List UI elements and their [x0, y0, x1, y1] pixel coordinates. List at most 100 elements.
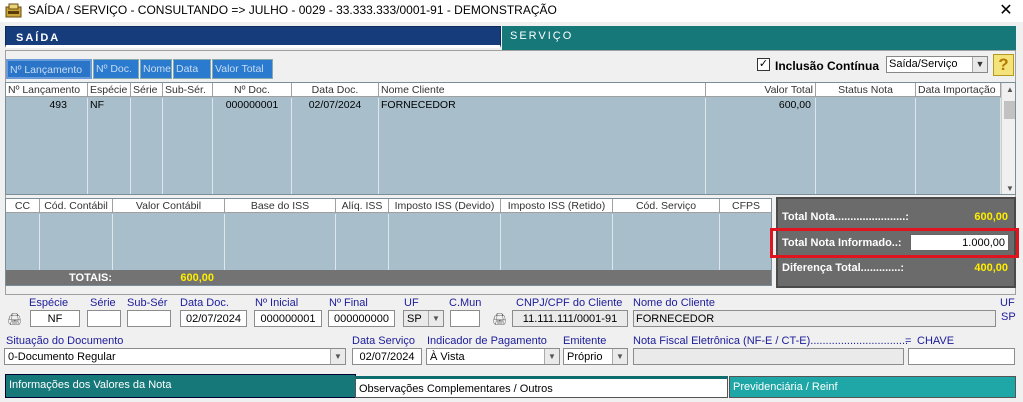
col-header[interactable]: Imposto ISS (Retido) [501, 199, 613, 213]
diferenca-total-label: Diferença Total.............: [782, 262, 905, 274]
sub-ser-field[interactable] [127, 310, 171, 327]
table-cell[interactable]: 000000001 [213, 98, 292, 194]
sort-lancamento-button[interactable]: Nº Lançamento [6, 59, 92, 79]
uf-select[interactable]: SP ▼ [403, 310, 444, 327]
n-inicial-field[interactable]: 000000001 [254, 310, 322, 327]
table-column[interactable] [389, 214, 501, 270]
table-cell[interactable]: 600,00 [706, 98, 816, 194]
sort-valor-button[interactable]: Valor Total [212, 59, 273, 79]
chave-field[interactable] [908, 348, 1015, 365]
col-header[interactable]: CC [6, 199, 40, 213]
nfe-eq: = [905, 335, 912, 347]
chevron-down-icon[interactable]: ▼ [1002, 182, 1015, 194]
lookup-icon[interactable]: 🖨 [492, 312, 510, 326]
table-scrollbar[interactable]: ▲ ▼ [1001, 83, 1015, 194]
chevron-down-icon[interactable]: ▼ [544, 349, 559, 364]
table-column[interactable] [720, 214, 771, 270]
total-informado-input[interactable]: 1.000,00 [910, 234, 1009, 251]
nome-cliente-field[interactable]: FORNECEDOR [633, 310, 996, 327]
tab-saida[interactable]: SAÍDA [5, 26, 501, 48]
indicador-select[interactable]: À Vista ▼ [426, 348, 560, 365]
col-header[interactable]: Nome Cliente [379, 83, 706, 97]
iss-table[interactable]: CC Cód. Contábil Valor Contábil Base do … [5, 198, 772, 286]
help-button[interactable]: ? [993, 54, 1014, 76]
inclusao-continua-checkbox[interactable]: ✓ [757, 58, 770, 71]
table-cell[interactable]: 493 [6, 98, 88, 194]
tipo-select[interactable]: Saída/Serviço ▼ [886, 56, 988, 73]
total-nota-value: 600,00 [974, 211, 1008, 223]
uf-select-value: SP [407, 313, 422, 325]
table-column[interactable] [6, 214, 40, 270]
sort-data-button[interactable]: Data [173, 59, 211, 79]
tab-previdenciaria[interactable]: Previdenciária / Reinf [729, 376, 1016, 398]
col-header[interactable]: Data Doc. [292, 83, 379, 97]
emitente-select[interactable]: Próprio ▼ [563, 348, 628, 365]
table-cell[interactable] [916, 98, 1001, 194]
data-doc-field[interactable]: 02/07/2024 [180, 310, 247, 327]
situacao-select[interactable]: 0-Documento Regular ▼ [4, 348, 346, 365]
especie-label: Espécie [29, 297, 69, 309]
tab-informacoes[interactable]: Informações dos Valores da Nota [5, 374, 356, 398]
col-header[interactable]: Série [131, 83, 163, 97]
chave-label: CHAVE [917, 335, 955, 347]
nome-cliente-label: Nome do Cliente [633, 297, 715, 309]
col-header[interactable]: Status Nota [816, 83, 916, 97]
col-header[interactable]: Data Importação [916, 83, 1001, 97]
diferenca-total-value: 400,00 [974, 262, 1008, 274]
uf-cliente-label: UF [1000, 297, 1015, 309]
table-column[interactable] [113, 214, 225, 270]
col-header[interactable]: Imposto ISS (Devido) [389, 199, 501, 213]
data-servico-label: Data Serviço [352, 335, 415, 347]
n-inicial-label: Nº Inicial [255, 297, 299, 309]
n-final-field[interactable]: 000000000 [328, 310, 395, 327]
tab-observacoes[interactable]: Observações Complementares / Outros [355, 376, 728, 398]
app-icon [5, 3, 22, 18]
tab-servico[interactable]: SERVIÇO [502, 26, 1016, 50]
col-header[interactable]: Nº Doc. [213, 83, 292, 97]
table-column[interactable] [613, 214, 720, 270]
col-header[interactable]: Cód. Contábil [40, 199, 113, 213]
close-icon[interactable]: ✕ [996, 1, 1016, 21]
cnpj-field[interactable]: 11.111.111/0001-91 [512, 310, 628, 327]
table-cell[interactable]: 02/07/2024 [292, 98, 379, 194]
col-header[interactable]: Valor Total [706, 83, 816, 97]
col-header[interactable]: Espécie [88, 83, 131, 97]
emitente-select-value: Próprio [567, 351, 603, 363]
situacao-label: Situação do Documento [6, 335, 124, 347]
sort-doc-button[interactable]: Nº Doc. [93, 59, 139, 79]
chevron-down-icon[interactable]: ▼ [612, 349, 627, 364]
cmun-field[interactable] [450, 310, 480, 327]
sort-nome-button[interactable]: Nome [140, 59, 172, 79]
chevron-down-icon[interactable]: ▼ [428, 311, 443, 326]
uf-cliente-value: SP [1001, 311, 1016, 323]
chevron-down-icon[interactable]: ▼ [972, 57, 987, 72]
col-header[interactable]: Valor Contábil [113, 199, 225, 213]
col-header[interactable]: Base do ISS [225, 199, 336, 213]
table-column[interactable] [40, 214, 113, 270]
nfe-field[interactable] [633, 348, 904, 365]
col-header[interactable]: Cód. Serviço [613, 199, 720, 213]
table-cell[interactable] [131, 98, 163, 194]
lookup-icon[interactable]: 🖨 [7, 312, 25, 326]
table-column[interactable] [336, 214, 389, 270]
col-header[interactable]: Nº Lançamento [6, 83, 88, 97]
table-cell[interactable]: NF [88, 98, 131, 194]
serie-field[interactable] [87, 310, 121, 327]
table-cell[interactable]: FORNECEDOR [379, 98, 706, 194]
col-header[interactable]: CFPS [720, 199, 771, 213]
especie-field[interactable]: NF [30, 310, 80, 327]
col-header[interactable]: Alíq. ISS [336, 199, 389, 213]
chevron-up-icon[interactable]: ▲ [1002, 83, 1015, 97]
table-cell[interactable] [816, 98, 916, 194]
cmun-label: C.Mun [449, 297, 482, 309]
data-servico-field[interactable]: 02/07/2024 [352, 348, 422, 365]
table-column[interactable] [225, 214, 336, 270]
chevron-down-icon[interactable]: ▼ [330, 349, 345, 364]
notes-table[interactable]: Nº Lançamento Espécie Série Sub-Sér. Nº … [5, 82, 1016, 195]
col-header[interactable]: Sub-Sér. [163, 83, 213, 97]
table-column[interactable] [501, 214, 613, 270]
window-title: SAÍDA / SERVIÇO - CONSULTANDO => JULHO -… [28, 3, 557, 17]
table-cell[interactable] [163, 98, 213, 194]
emitente-label: Emitente [563, 335, 607, 347]
scroll-thumb[interactable] [1004, 101, 1015, 119]
